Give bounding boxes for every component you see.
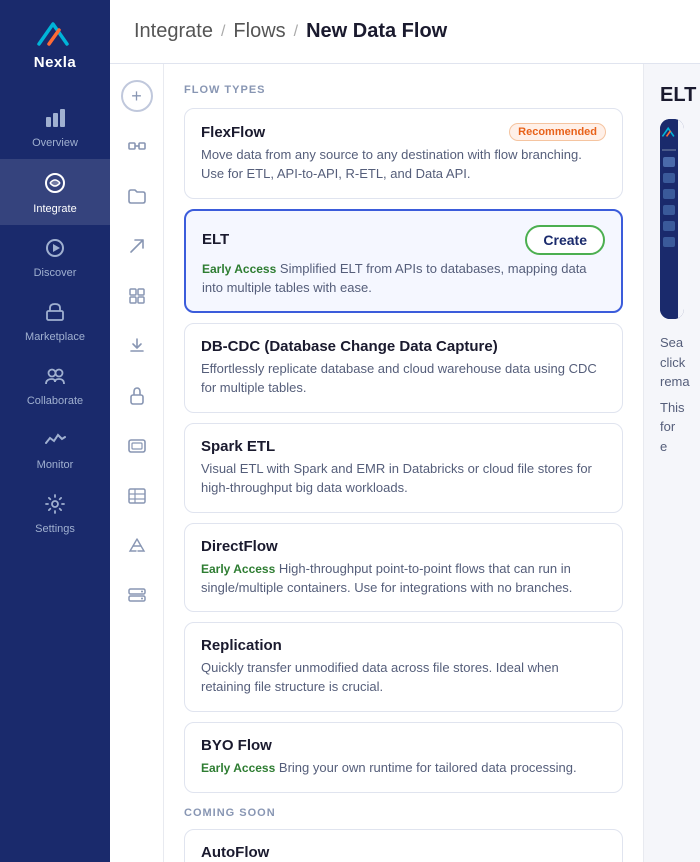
elt-early-access-badge: Early Access <box>202 262 276 276</box>
spark-etl-title: Spark ETL <box>201 438 275 455</box>
directflow-desc: Early Access High-throughput point-to-po… <box>201 560 606 598</box>
breadcrumb: Integrate / Flows / New Data Flow <box>134 20 447 43</box>
preview-mini-app: ▶ ⋯ <box>660 119 684 319</box>
flow-card-replication[interactable]: Replication Quickly transfer unmodified … <box>184 622 623 712</box>
sidebar-item-integrate[interactable]: Integrate <box>0 159 110 225</box>
sidebar-item-marketplace-label: Marketplace <box>25 331 85 343</box>
sidebar-item-monitor[interactable]: Monitor <box>0 417 110 481</box>
recycle-icon[interactable] <box>121 530 153 562</box>
marketplace-icon <box>44 301 66 327</box>
lock-icon[interactable] <box>121 380 153 412</box>
flow-card-spark-etl[interactable]: Spark ETL Visual ETL with Spark and EMR … <box>184 423 623 513</box>
overview-icon <box>44 107 66 133</box>
autoflow-header: AutoFlow <box>201 844 606 861</box>
byo-flow-title: BYO Flow <box>201 737 272 754</box>
flow-card-directflow[interactable]: DirectFlow Early Access High-throughput … <box>184 523 623 613</box>
byo-flow-early-access-badge: Early Access <box>201 761 275 775</box>
add-icon[interactable]: + <box>121 80 153 112</box>
autoflow-title: AutoFlow <box>201 844 269 861</box>
dbcdc-title: DB-CDC (Database Change Data Capture) <box>201 338 498 355</box>
byo-flow-header: BYO Flow <box>201 737 606 754</box>
import-icon[interactable] <box>121 330 153 362</box>
folder-icon[interactable] <box>121 180 153 212</box>
sidebar-nav: Overview Integrate Discover Marketplace … <box>0 95 110 545</box>
breadcrumb-flows[interactable]: Flows <box>233 20 285 43</box>
main-content: Integrate / Flows / New Data Flow + <box>110 0 700 862</box>
directflow-title: DirectFlow <box>201 538 278 555</box>
sidebar-item-integrate-label: Integrate <box>33 203 76 215</box>
flow-card-elt[interactable]: ELT Create Early Access Simplified ELT f… <box>184 209 623 314</box>
server-icon[interactable] <box>121 580 153 612</box>
byo-flow-desc-text: Bring your own runtime for tailored data… <box>279 760 577 775</box>
elt-title: ELT <box>202 231 229 248</box>
sidebar-item-monitor-label: Monitor <box>37 459 74 471</box>
flexflow-recommended-badge: Recommended <box>509 123 606 141</box>
pipeline-icon[interactable] <box>121 130 153 162</box>
sidebar-item-discover[interactable]: Discover <box>0 225 110 289</box>
sidebar-item-collaborate[interactable]: Collaborate <box>0 353 110 417</box>
icon-rail: + <box>110 64 164 862</box>
grid-icon[interactable] <box>121 280 153 312</box>
breadcrumb-integrate[interactable]: Integrate <box>134 20 213 43</box>
flow-card-autoflow[interactable]: AutoFlow <box>184 829 623 862</box>
spark-etl-desc: Visual ETL with Spark and EMR in Databri… <box>201 460 606 498</box>
coming-soon-label: COMING SOON <box>184 807 623 819</box>
preview-desc-2: Thisfor e <box>660 398 684 457</box>
directflow-header: DirectFlow <box>201 538 606 555</box>
flow-card-byo-flow[interactable]: BYO Flow Early Access Bring your own run… <box>184 722 623 793</box>
flow-card-flexflow[interactable]: FlexFlow Recommended Move data from any … <box>184 108 623 199</box>
replication-desc: Quickly transfer unmodified data across … <box>201 659 606 697</box>
flexflow-title: FlexFlow <box>201 124 265 141</box>
export-arrow-icon[interactable] <box>121 230 153 262</box>
preview-description: Seaclickrema Thisfor e <box>660 333 684 456</box>
flow-types-panel: FLOW TYPES FlexFlow Recommended Move dat… <box>164 64 644 862</box>
flexflow-header: FlexFlow Recommended <box>201 123 606 141</box>
preview-panel: ELT <box>644 64 700 862</box>
flexflow-desc: Move data from any source to any destina… <box>201 146 606 184</box>
logo-area: Nexla <box>0 0 110 85</box>
logo-text: Nexla <box>34 54 77 71</box>
preview-title: ELT <box>660 84 684 107</box>
breadcrumb-current: New Data Flow <box>306 20 447 43</box>
dbcdc-header: DB-CDC (Database Change Data Capture) <box>201 338 606 355</box>
spark-etl-header: Spark ETL <box>201 438 606 455</box>
sidebar-item-overview-label: Overview <box>32 137 78 149</box>
sidebar-item-overview[interactable]: Overview <box>0 95 110 159</box>
integrate-icon <box>43 171 67 199</box>
body-area: + <box>110 64 700 862</box>
byo-flow-desc: Early Access Bring your own runtime for … <box>201 759 606 778</box>
sidebar-item-discover-label: Discover <box>34 267 77 279</box>
create-button[interactable]: Create <box>525 225 605 255</box>
table-icon[interactable] <box>121 480 153 512</box>
discover-icon <box>44 237 66 263</box>
flow-card-dbcdc[interactable]: DB-CDC (Database Change Data Capture) Ef… <box>184 323 623 413</box>
replication-title: Replication <box>201 637 282 654</box>
elt-desc: Early Access Simplified ELT from APIs to… <box>202 260 605 298</box>
sidebar-item-settings[interactable]: Settings <box>0 481 110 545</box>
monitor-icon <box>44 429 66 455</box>
preview-desc-1: Seaclickrema <box>660 333 684 392</box>
elt-header: ELT Create <box>202 225 605 255</box>
breadcrumb-sep-2: / <box>294 23 298 41</box>
breadcrumb-sep-1: / <box>221 23 225 41</box>
topbar: Integrate / Flows / New Data Flow <box>110 0 700 64</box>
nexla-logo <box>33 16 77 52</box>
sidebar-item-collaborate-label: Collaborate <box>27 395 83 407</box>
replication-header: Replication <box>201 637 606 654</box>
media-icon[interactable] <box>121 430 153 462</box>
directflow-early-access-badge: Early Access <box>201 562 275 576</box>
flow-types-label: FLOW TYPES <box>184 84 623 96</box>
sidebar-item-marketplace[interactable]: Marketplace <box>0 289 110 353</box>
sidebar: Nexla Overview Integrate Discover Market… <box>0 0 110 862</box>
dbcdc-desc: Effortlessly replicate database and clou… <box>201 360 606 398</box>
settings-icon <box>44 493 66 519</box>
collaborate-icon <box>44 365 66 391</box>
sidebar-item-settings-label: Settings <box>35 523 75 535</box>
